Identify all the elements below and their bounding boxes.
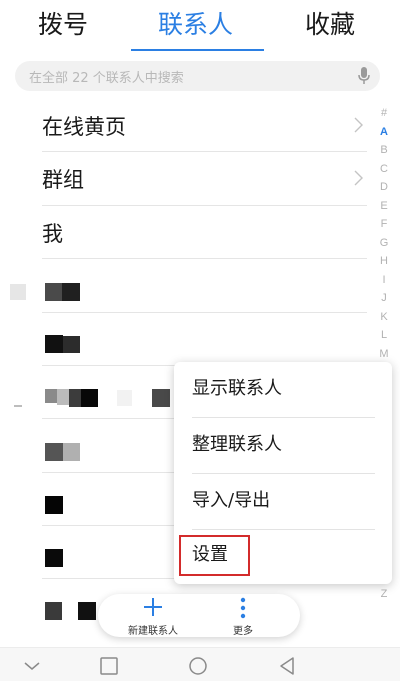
plus-icon (144, 598, 162, 616)
index-letter[interactable]: G (376, 234, 392, 253)
list-item-yellow-pages[interactable]: 在线黄页 (42, 100, 367, 153)
alphabet-index[interactable]: # A B C D E F G H I J K L M (376, 104, 392, 363)
menu-item-label: 导入/导出 (192, 490, 271, 511)
index-letter[interactable]: F (376, 215, 392, 234)
redacted-name (62, 283, 80, 301)
redacted-name (45, 602, 62, 620)
tab-contacts[interactable]: 联系人 (158, 8, 233, 42)
active-tab-indicator (131, 49, 264, 51)
tab-dialer[interactable]: 拨号 (38, 8, 88, 42)
divider (42, 312, 367, 313)
index-letter[interactable]: M (376, 345, 392, 364)
menu-item-settings[interactable]: 设置 (174, 528, 392, 584)
chevron-right-icon (354, 117, 363, 133)
menu-item-import-export[interactable]: 导入/导出 (174, 474, 392, 530)
chevron-down-icon[interactable] (22, 656, 42, 676)
redacted-name (45, 335, 63, 353)
redacted-name (69, 389, 81, 407)
redacted-name (81, 389, 98, 407)
menu-item-label: 显示联系人 (192, 378, 282, 399)
list-item-label: 群组 (42, 168, 84, 192)
system-nav-bar (0, 647, 400, 681)
redacted-name (117, 390, 132, 406)
list-item-groups[interactable]: 群组 (42, 153, 367, 206)
menu-item-label: 设置 (192, 544, 228, 565)
index-letter[interactable]: D (376, 178, 392, 197)
redacted-name (63, 336, 80, 353)
redacted-name (45, 549, 63, 567)
redacted-name (63, 443, 80, 461)
redacted-name (45, 496, 63, 514)
more-vertical-icon (240, 597, 246, 619)
index-letter[interactable]: H (376, 252, 392, 271)
list-item-label: 在线黄页 (42, 115, 126, 139)
menu-item-label: 整理联系人 (192, 434, 282, 455)
avatar (10, 284, 26, 300)
new-contact-button[interactable]: 新建联系人 (118, 594, 188, 637)
index-letter[interactable]: A (376, 123, 392, 142)
index-letter[interactable]: C (376, 160, 392, 179)
new-contact-label: 新建联系人 (128, 626, 178, 637)
divider (42, 258, 367, 259)
index-letter[interactable]: E (376, 197, 392, 216)
index-letter-z[interactable]: Z (376, 588, 392, 600)
more-button[interactable]: 更多 (218, 594, 268, 637)
redacted-mark (14, 405, 22, 407)
list-item-me[interactable]: 我 (42, 207, 367, 260)
redacted-name (45, 443, 63, 461)
bottom-action-bar: 新建联系人 更多 (98, 594, 300, 637)
triangle-back-icon[interactable] (277, 656, 297, 676)
redacted-name (152, 389, 170, 407)
overflow-menu: 显示联系人 整理联系人 导入/导出 设置 (174, 362, 392, 584)
index-letter[interactable]: B (376, 141, 392, 160)
circle-icon[interactable] (188, 656, 208, 676)
square-icon[interactable] (99, 656, 119, 676)
index-letter[interactable]: K (376, 308, 392, 327)
tab-favorites[interactable]: 收藏 (305, 8, 355, 42)
index-letter[interactable]: J (376, 289, 392, 308)
menu-item-show-contacts[interactable]: 显示联系人 (174, 362, 392, 418)
search-input[interactable]: 在全部 22 个联系人中搜索 (15, 61, 380, 91)
mic-icon[interactable] (358, 67, 370, 85)
list-item-label: 我 (42, 222, 63, 246)
index-letter[interactable]: I (376, 271, 392, 290)
more-label: 更多 (233, 626, 253, 637)
redacted-name (45, 283, 62, 301)
redacted-name (57, 389, 69, 405)
menu-item-organize-contacts[interactable]: 整理联系人 (174, 418, 392, 474)
index-letter[interactable]: L (376, 326, 392, 345)
redacted-name (45, 389, 57, 403)
tab-bar: 拨号 联系人 收藏 (0, 0, 400, 52)
redacted-name (78, 602, 96, 620)
divider (42, 205, 367, 206)
divider (42, 151, 367, 152)
search-placeholder: 在全部 22 个联系人中搜索 (29, 71, 184, 86)
index-letter[interactable]: # (376, 104, 392, 123)
chevron-right-icon (354, 170, 363, 186)
